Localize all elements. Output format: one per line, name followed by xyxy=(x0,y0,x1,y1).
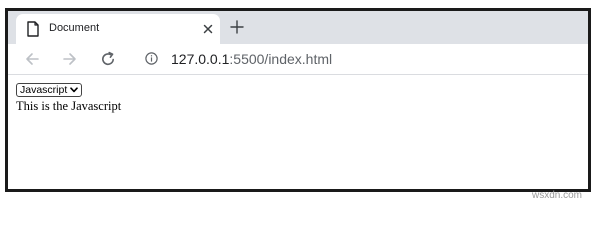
page-viewport: Javascript This is the Javascript xyxy=(8,75,588,189)
watermark: wsxdn.com xyxy=(531,190,582,201)
reload-icon[interactable] xyxy=(100,51,116,67)
select-value: Javascript xyxy=(20,84,68,96)
info-icon[interactable] xyxy=(145,52,158,65)
tab-title: Document xyxy=(49,22,100,34)
address-bar[interactable]: 127.0.0.1:5500/index.html xyxy=(132,46,580,72)
document-icon xyxy=(27,21,39,37)
arrow-left-icon[interactable] xyxy=(24,51,40,67)
toolbar: 127.0.0.1:5500/index.html xyxy=(8,44,588,75)
url-path: :5500/index.html xyxy=(229,51,333,67)
url-text[interactable]: 127.0.0.1:5500/index.html xyxy=(171,51,332,67)
tab-document[interactable]: Document xyxy=(16,14,220,44)
chevron-down-icon xyxy=(70,87,79,93)
url-host: 127.0.0.1 xyxy=(171,51,230,67)
page-text: This is the Javascript xyxy=(16,99,122,113)
close-icon[interactable] xyxy=(201,22,215,36)
tab-strip: Document xyxy=(8,11,588,44)
language-select[interactable]: Javascript xyxy=(16,83,83,97)
arrow-right-icon[interactable] xyxy=(62,51,78,67)
browser-window: Document 127.0.0.1:5500/index.html Javas… xyxy=(5,8,591,192)
plus-icon[interactable] xyxy=(229,19,245,35)
